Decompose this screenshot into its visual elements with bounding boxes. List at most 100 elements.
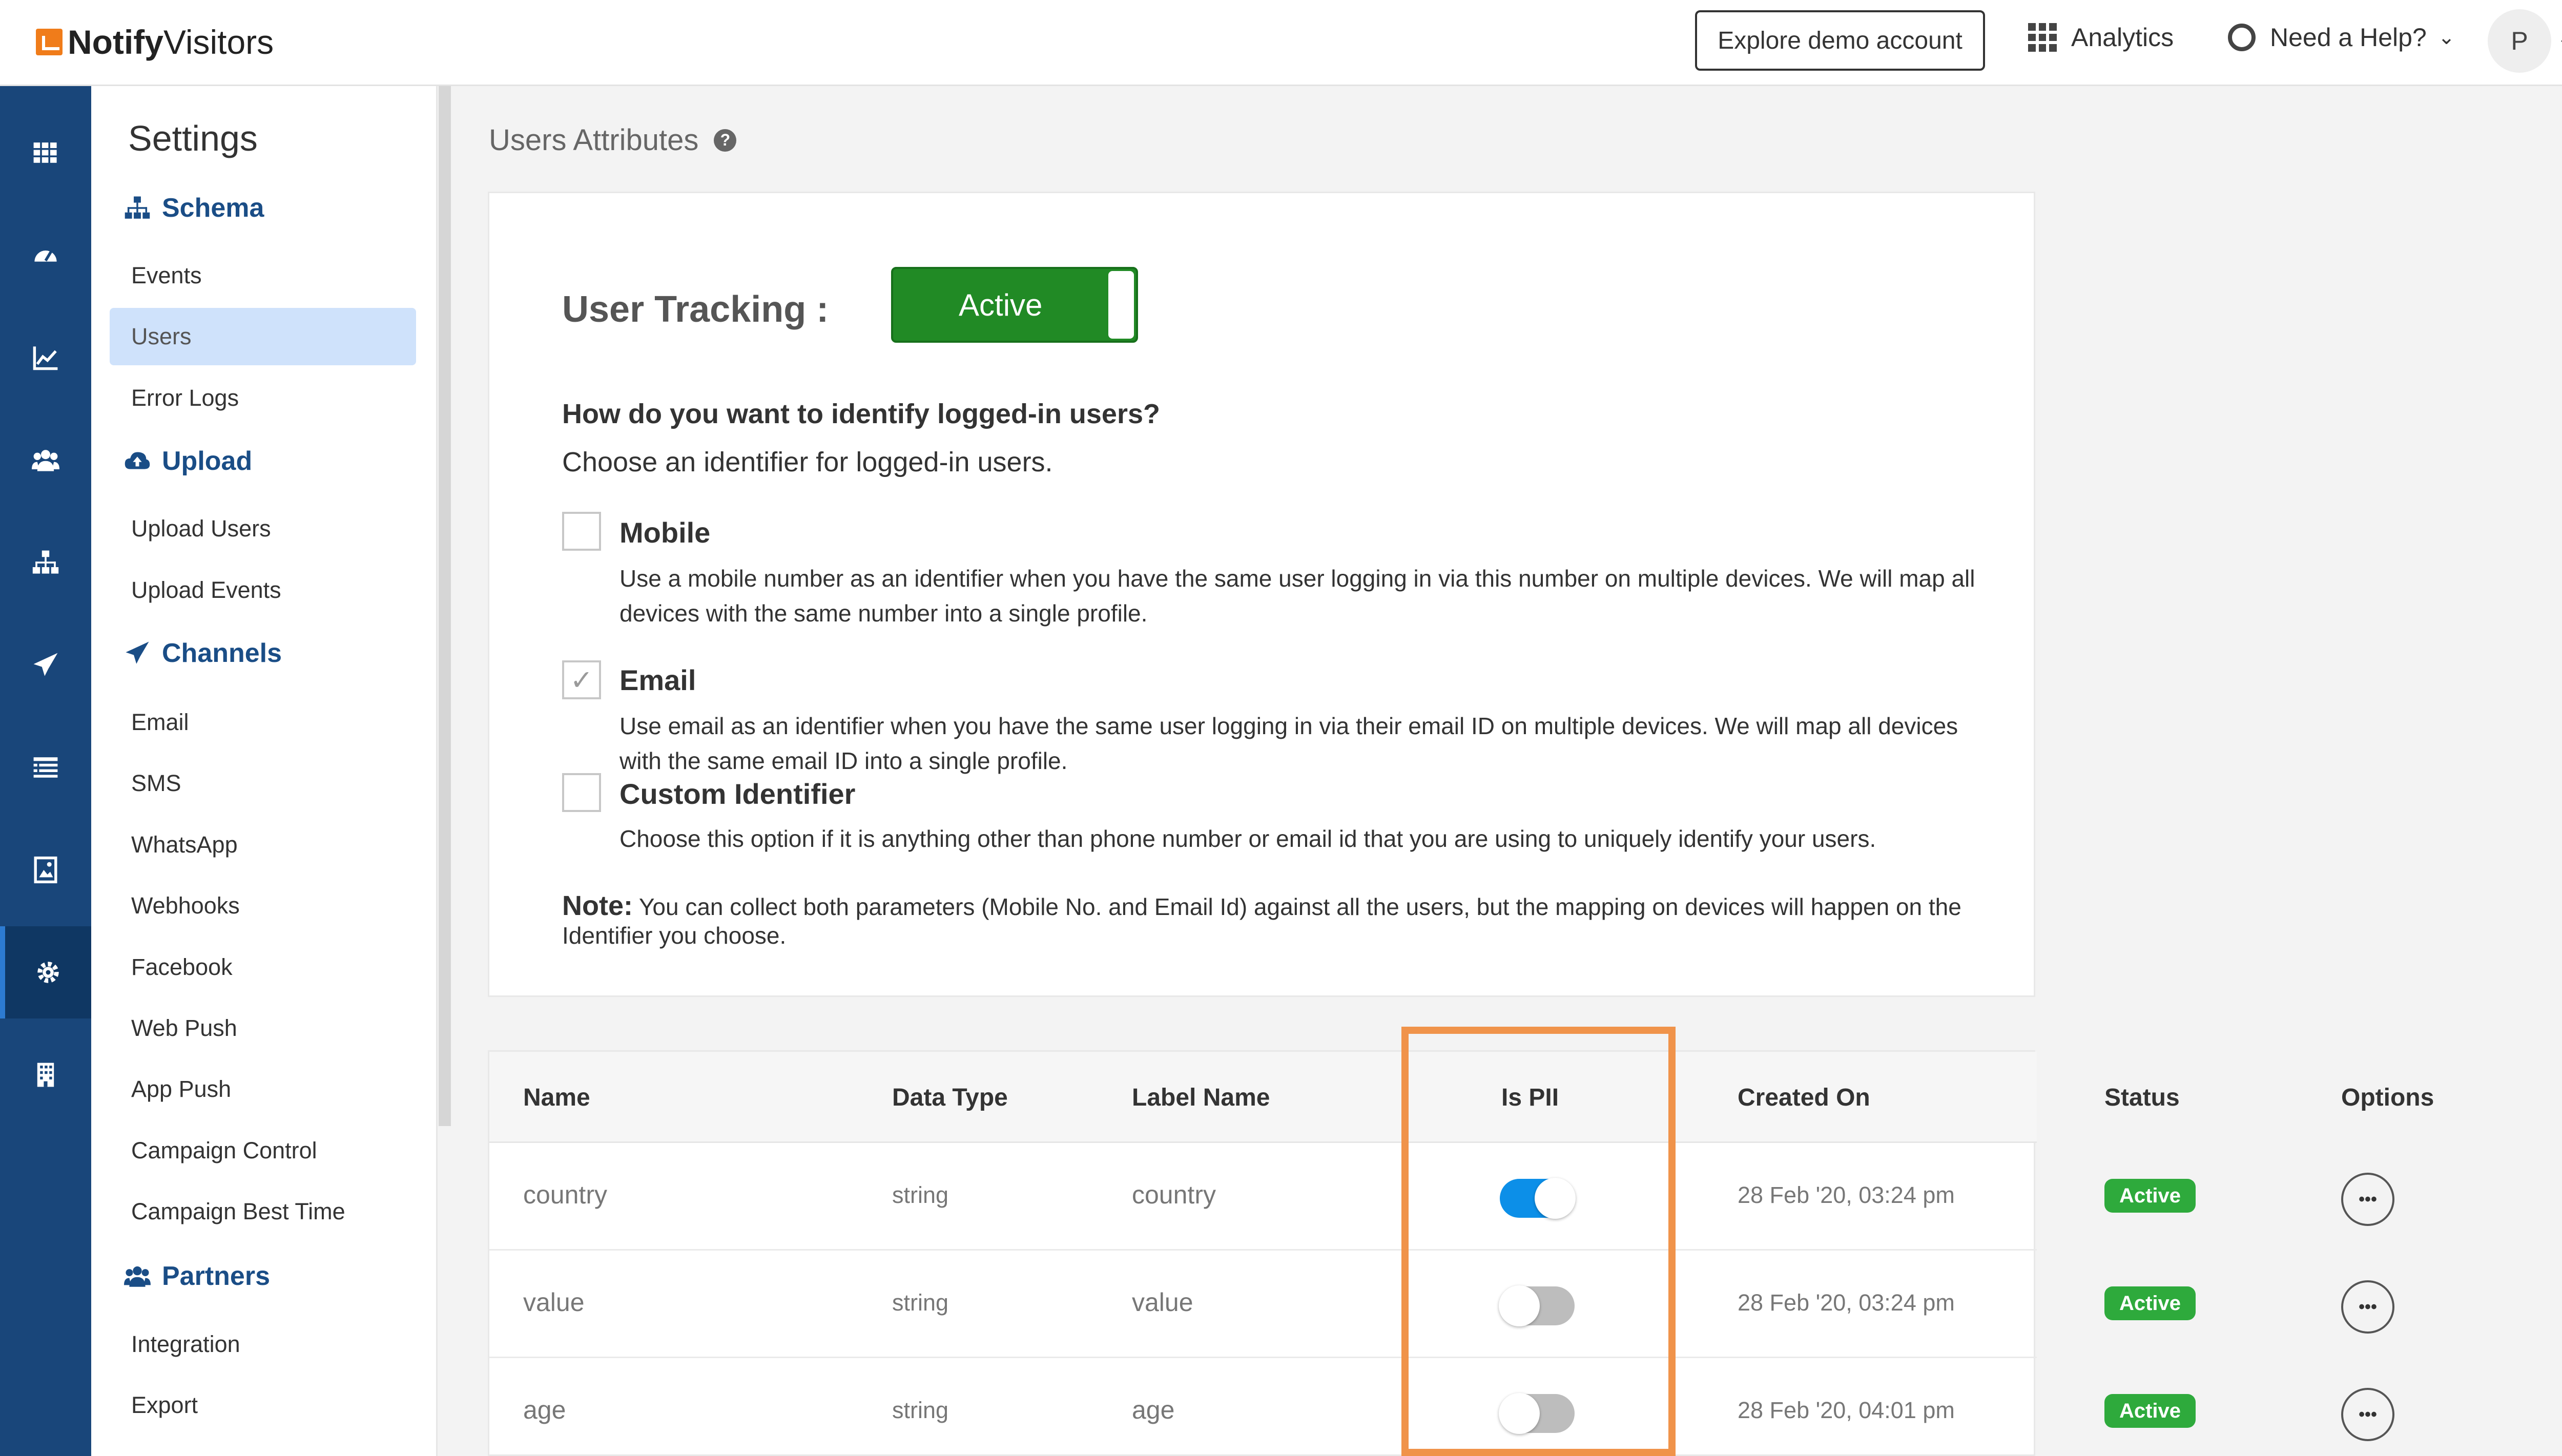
- sidebar-group-label: Channels: [162, 638, 282, 668]
- sidebar-item-campaign-best-time[interactable]: Campaign Best Time: [110, 1183, 416, 1240]
- sidebar-item-export[interactable]: Export: [110, 1377, 416, 1434]
- column-header-name[interactable]: Name: [523, 1084, 590, 1112]
- column-header-created-on[interactable]: Created On: [1738, 1084, 1870, 1112]
- cell-name: value: [523, 1288, 585, 1317]
- identifier-note: Note: You can collect both parameters (M…: [562, 890, 2034, 949]
- icon-rail: [0, 86, 91, 1456]
- sidebar-item-webhooks[interactable]: Webhooks: [110, 877, 416, 934]
- column-header-label-name[interactable]: Label Name: [1132, 1084, 1270, 1112]
- mobile-option-label: Mobile: [619, 516, 711, 549]
- logo-chart-icon: [36, 29, 63, 55]
- chevron-down-icon: ⌄: [2437, 26, 2455, 49]
- sidebar-item-facebook[interactable]: Facebook: [110, 939, 416, 996]
- explore-demo-button[interactable]: Explore demo account: [1695, 10, 1985, 71]
- row-options-button[interactable]: •••: [2341, 1173, 2394, 1226]
- cell-created-on: 28 Feb '20, 04:01 pm: [1738, 1397, 1955, 1423]
- row-options-button[interactable]: •••: [2341, 1388, 2394, 1441]
- sidebar-scrollbar[interactable]: [439, 86, 451, 1126]
- sidebar-item-upload-events[interactable]: Upload Events: [110, 561, 416, 619]
- rail-lists[interactable]: [0, 721, 91, 814]
- sidebar-title: Settings: [128, 118, 258, 158]
- user-tracking-toggle[interactable]: Active: [891, 267, 1138, 343]
- sidebar-item-upload-users[interactable]: Upload Users: [110, 500, 416, 557]
- identifier-subtitle: Choose an identifier for logged-in users…: [562, 447, 1053, 477]
- column-header-data-type[interactable]: Data Type: [892, 1084, 1008, 1112]
- chart-line-icon: [33, 346, 58, 370]
- user-tracking-card: User Tracking : Active How do you want t…: [488, 192, 2035, 997]
- checkmark-icon: ✓: [570, 664, 593, 696]
- table-row: country string country 28 Feb '20, 03:24…: [489, 1143, 2394, 1251]
- rail-campaigns[interactable]: [0, 619, 91, 711]
- dashboard-gauge-icon: [34, 251, 57, 262]
- rail-users[interactable]: [0, 414, 91, 506]
- settings-sidebar: Settings Schema Events Users Error Logs …: [91, 86, 438, 1456]
- sidebar-item-error-logs[interactable]: Error Logs: [110, 369, 416, 427]
- cell-name: age: [523, 1396, 566, 1424]
- user-tracking-label: User Tracking :: [562, 289, 829, 330]
- rail-apps[interactable]: [0, 107, 91, 199]
- gear-icon: [37, 962, 59, 983]
- sidebar-item-integration[interactable]: Integration: [110, 1316, 416, 1373]
- cell-label-name: age: [1132, 1396, 1175, 1424]
- email-checkbox[interactable]: ✓: [562, 660, 601, 699]
- sidebar-group-schema: Schema: [124, 193, 264, 223]
- mobile-option-desc: Use a mobile number as an identifier whe…: [619, 565, 1975, 627]
- page-title-text: Users Attributes: [489, 123, 699, 157]
- sidebar-group-upload: Upload: [124, 446, 252, 476]
- row-options-button[interactable]: •••: [2341, 1280, 2394, 1334]
- mobile-checkbox[interactable]: [562, 512, 601, 551]
- avatar[interactable]: P: [2488, 9, 2551, 73]
- identifier-question: How do you want to identify logged-in us…: [562, 399, 1160, 429]
- sidebar-item-web-push[interactable]: Web Push: [110, 1000, 416, 1057]
- sidebar-item-campaign-control[interactable]: Campaign Control: [110, 1122, 416, 1179]
- apps-grid-icon: [2028, 23, 2057, 52]
- table-row: value string value 28 Feb '20, 03:24 pm …: [489, 1251, 2394, 1358]
- help-question-icon[interactable]: ?: [714, 129, 737, 152]
- help-menu[interactable]: Need a Help? ⌄: [2228, 23, 2455, 52]
- cell-created-on: 28 Feb '20, 03:24 pm: [1738, 1289, 1955, 1316]
- paper-plane-icon: [126, 641, 149, 664]
- column-header-status[interactable]: Status: [2104, 1084, 2180, 1112]
- page-title: Users Attributes ?: [489, 123, 737, 157]
- rail-billing[interactable]: [0, 1029, 91, 1121]
- is-pii-highlight-box: [1401, 1027, 1676, 1456]
- custom-identifier-checkbox[interactable]: [562, 773, 601, 812]
- logo-text-regular: Visitors: [163, 23, 274, 61]
- sidebar-group-label: Schema: [162, 193, 264, 223]
- analytics-label: Analytics: [2071, 23, 2174, 52]
- cell-name: country: [523, 1180, 607, 1209]
- status-badge: Active: [2104, 1394, 2196, 1428]
- users-group-icon: [124, 1266, 151, 1287]
- rail-media[interactable]: [0, 824, 91, 916]
- sidebar-group-label: Upload: [162, 446, 253, 476]
- top-header: Notify Visitors Explore demo account Anal…: [0, 0, 2562, 86]
- cell-label-name: value: [1132, 1288, 1193, 1317]
- note-label: Note:: [562, 890, 633, 921]
- rail-analytics[interactable]: [0, 311, 91, 404]
- analytics-menu[interactable]: Analytics: [2028, 23, 2174, 52]
- sidebar-item-sms[interactable]: SMS: [110, 755, 416, 812]
- cloud-upload-icon: [125, 452, 150, 469]
- schema-hierarchy-icon: [32, 550, 59, 574]
- cell-label-name: country: [1132, 1180, 1216, 1209]
- apps-grid-icon: [33, 142, 57, 163]
- rail-settings[interactable]: [0, 926, 91, 1018]
- custom-identifier-option-desc: Choose this option if it is anything oth…: [619, 825, 1876, 852]
- sidebar-item-events[interactable]: Events: [110, 247, 416, 304]
- toggle-state-label: Active: [959, 287, 1043, 322]
- sidebar-item-users[interactable]: Users: [110, 308, 416, 365]
- users-group-icon: [32, 450, 59, 471]
- sidebar-group-partners: Partners: [124, 1261, 270, 1292]
- column-header-options: Options: [2341, 1084, 2434, 1111]
- rail-schema[interactable]: [0, 516, 91, 609]
- schema-hierarchy-icon: [125, 196, 150, 219]
- table-row: age string age 28 Feb '20, 04:01 pm Acti…: [489, 1358, 2394, 1456]
- chevron-down-icon[interactable]: ⌄: [2557, 27, 2562, 50]
- notifyvisitors-logo[interactable]: Notify Visitors: [36, 23, 274, 61]
- rail-dashboard[interactable]: [0, 209, 91, 301]
- sidebar-item-email[interactable]: Email: [110, 694, 416, 751]
- logo-text-bold: Notify: [68, 23, 163, 61]
- help-label: Need a Help?: [2270, 23, 2427, 52]
- sidebar-item-whatsapp[interactable]: WhatsApp: [110, 816, 416, 873]
- sidebar-item-app-push[interactable]: App Push: [110, 1060, 416, 1118]
